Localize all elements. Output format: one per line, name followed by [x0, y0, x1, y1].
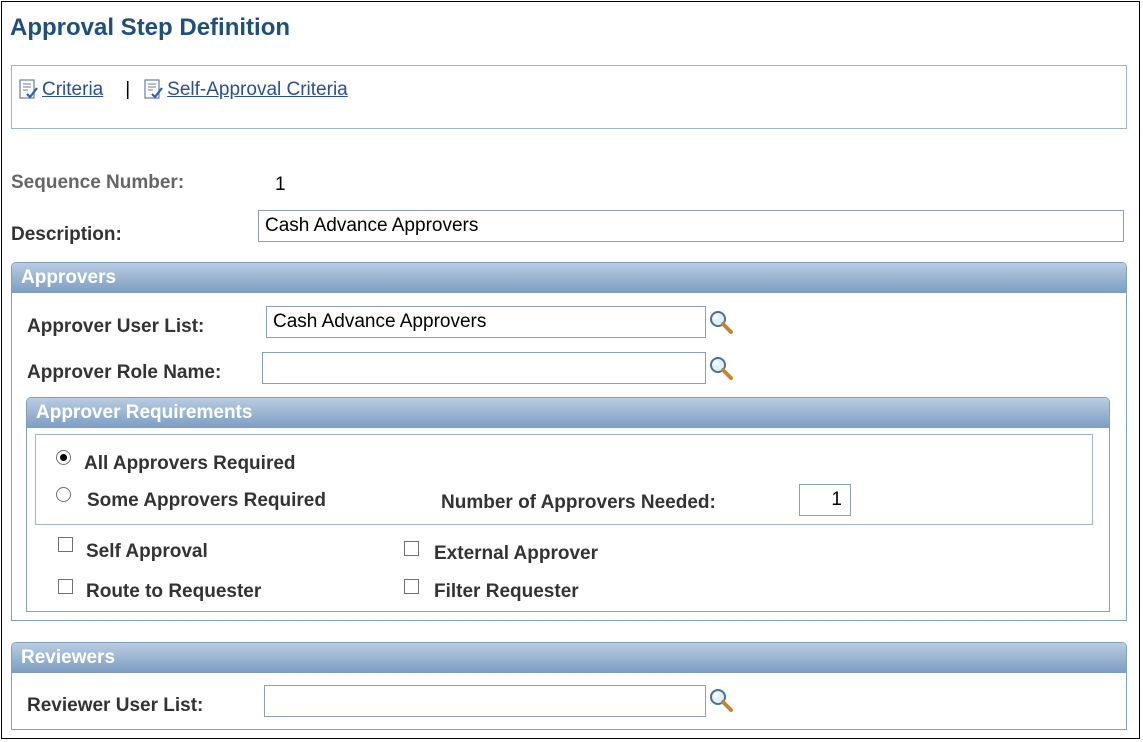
- all-approvers-label: All Approvers Required: [84, 453, 296, 474]
- number-approvers-needed-input[interactable]: 1: [799, 484, 851, 516]
- external-approver-checkbox[interactable]: [404, 541, 419, 556]
- approver-role-name-input[interactable]: [262, 352, 706, 384]
- route-to-requester-checkbox[interactable]: [58, 579, 73, 594]
- route-to-requester-label: Route to Requester: [86, 581, 262, 602]
- approver-user-list-input[interactable]: Cash Advance Approvers: [266, 306, 706, 338]
- approver-role-name-label: Approver Role Name:: [27, 362, 222, 383]
- related-links-box: Criteria | Self-Approval Criteria: [11, 65, 1127, 129]
- some-approvers-radio[interactable]: [56, 487, 71, 502]
- page-title: Approval Step Definition: [10, 14, 291, 41]
- approvers-header: Approvers: [12, 263, 1126, 293]
- reviewers-header: Reviewers: [12, 643, 1126, 673]
- description-input[interactable]: Cash Advance Approvers: [258, 210, 1124, 242]
- magnifier-icon[interactable]: [708, 309, 734, 335]
- page-check-icon[interactable]: [144, 79, 164, 101]
- sequence-number-label: Sequence Number:: [11, 172, 185, 193]
- related-links: Criteria | Self-Approval Criteria: [19, 79, 348, 101]
- self-approval-criteria-link[interactable]: Self-Approval Criteria: [167, 79, 348, 101]
- self-approval-label: Self Approval: [86, 541, 208, 562]
- reviewer-user-list-input[interactable]: [264, 685, 706, 717]
- number-approvers-needed-label: Number of Approvers Needed:: [441, 492, 716, 513]
- approver-user-list-label: Approver User List:: [27, 316, 205, 337]
- link-separator: |: [125, 79, 131, 100]
- reviewer-user-list-label: Reviewer User List:: [27, 695, 204, 716]
- filter-requester-label: Filter Requester: [434, 581, 579, 602]
- approver-requirements-header: Approver Requirements: [27, 398, 1109, 428]
- some-approvers-label: Some Approvers Required: [87, 490, 326, 511]
- sequence-number-value: 1: [275, 174, 286, 195]
- criteria-link[interactable]: Criteria: [42, 79, 103, 101]
- filter-requester-checkbox[interactable]: [404, 579, 419, 594]
- description-label: Description:: [11, 224, 122, 245]
- all-approvers-radio[interactable]: [56, 450, 71, 465]
- external-approver-label: External Approver: [434, 543, 599, 564]
- page-check-icon[interactable]: [19, 79, 39, 101]
- magnifier-icon[interactable]: [708, 687, 734, 713]
- self-approval-checkbox[interactable]: [58, 537, 73, 552]
- magnifier-icon[interactable]: [708, 355, 734, 381]
